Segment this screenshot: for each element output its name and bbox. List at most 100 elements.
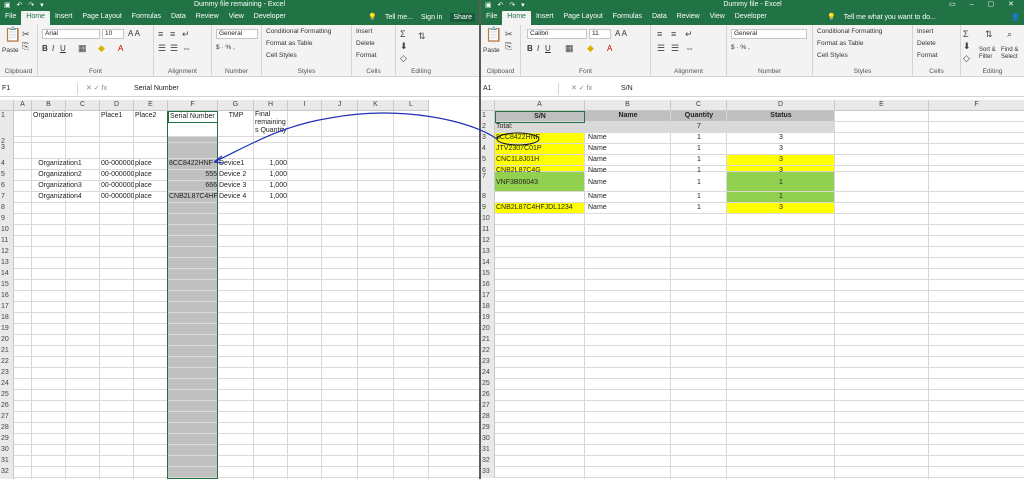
row-header[interactable]: 11 — [481, 225, 495, 236]
tab-page-layout[interactable]: Page Layout — [77, 11, 126, 25]
font-name-select[interactable]: Arial — [42, 29, 100, 39]
share-button[interactable]: Share — [450, 13, 475, 22]
user-icon[interactable]: 👤 — [1011, 14, 1020, 21]
row-header[interactable]: 12 — [481, 236, 495, 247]
row-header[interactable]: 10 — [481, 214, 495, 225]
fill-icon[interactable]: ⬇ — [400, 41, 408, 51]
row-header[interactable]: 27 — [0, 412, 14, 423]
tab-review[interactable]: Review — [672, 11, 705, 25]
number-format-select[interactable]: General — [216, 29, 258, 39]
column-header-C[interactable]: C — [671, 100, 727, 111]
row-header[interactable]: 4 — [0, 159, 14, 170]
row-header[interactable]: 15 — [481, 269, 495, 280]
row-header[interactable]: 4 — [481, 144, 495, 155]
row-header[interactable]: 26 — [481, 390, 495, 401]
row-header[interactable]: 17 — [481, 291, 495, 302]
row-header[interactable]: 28 — [481, 412, 495, 423]
left-worksheet-grid[interactable]: A B C D E F G H I J K L 1 2 3 4 5 6 7 8 9 10 11 12 13 14 15 16 17 18 1… — [0, 100, 479, 479]
conditional-formatting-button[interactable]: Conditional Formatting — [817, 28, 882, 35]
row-header[interactable]: 16 — [0, 291, 14, 302]
row-header[interactable]: 10 — [0, 225, 14, 236]
cell-sn[interactable]: JTV2307C01P — [495, 144, 585, 154]
fx-icon[interactable]: ✕ ✓ fx — [571, 83, 592, 95]
fx-icon[interactable]: ✕ ✓ fx — [86, 83, 107, 95]
font-size-select[interactable]: 11 — [589, 29, 611, 39]
row-header[interactable]: 33 — [481, 467, 495, 478]
borders-icon[interactable]: ▦ — [78, 43, 87, 53]
align-center-icon[interactable]: ☰ — [671, 43, 679, 53]
font-color-icon[interactable]: A — [118, 44, 123, 53]
row-header[interactable]: 31 — [0, 456, 14, 467]
cell-sn[interactable]: 8CC8422HNF — [495, 133, 585, 143]
row-header[interactable]: 22 — [0, 357, 14, 368]
cell-name[interactable]: Name — [587, 178, 673, 188]
row-header[interactable]: 25 — [481, 379, 495, 390]
cell-name[interactable]: Name — [587, 155, 673, 165]
cell-place2[interactable]: place — [134, 159, 168, 169]
cell-place1[interactable]: 00-000000 — [100, 181, 134, 191]
cell-serial[interactable]: CNB2L87C4HF — [168, 192, 218, 202]
name-box[interactable]: F1 — [0, 83, 78, 95]
row-header[interactable]: 13 — [0, 258, 14, 269]
paste-button[interactable]: Paste — [483, 47, 500, 54]
column-header-C[interactable]: C — [66, 100, 100, 111]
tab-data[interactable]: Data — [647, 11, 672, 25]
row-header[interactable]: 14 — [481, 258, 495, 269]
row-header[interactable]: 2 — [481, 122, 495, 133]
align-left-icon[interactable]: ☰ — [657, 43, 665, 53]
cell-status[interactable]: 3 — [727, 133, 835, 143]
grow-shrink-font-icons[interactable]: A A — [615, 29, 627, 38]
underline-button[interactable]: U — [60, 44, 66, 53]
column-header-B[interactable]: B — [32, 100, 66, 111]
column-header-G[interactable]: G — [218, 100, 254, 111]
row-header[interactable]: 1 — [481, 111, 495, 122]
cell-tmp[interactable]: Device 4 — [218, 192, 254, 202]
currency-percent-icons[interactable]: $ · % , — [216, 44, 235, 51]
tell-me-box[interactable]: Tell me what you want to do... — [844, 14, 936, 21]
wrap-text-icon[interactable]: ↵ — [685, 29, 693, 39]
borders-icon[interactable]: ▦ — [565, 43, 574, 53]
column-header-K[interactable]: K — [358, 100, 394, 111]
row-header[interactable]: 12 — [0, 247, 14, 258]
tab-home[interactable]: Home — [502, 11, 531, 25]
header-serial-number[interactable]: Serial Number — [168, 111, 218, 123]
sort-filter-icon[interactable]: ⇅ — [418, 31, 426, 41]
column-header-D[interactable]: D — [100, 100, 134, 111]
sign-in-link[interactable]: Sign in — [421, 14, 442, 21]
align-top-icon[interactable]: ≡ — [158, 29, 163, 39]
bold-button[interactable]: B — [42, 44, 48, 53]
row-header[interactable]: 25 — [0, 390, 14, 401]
row-header[interactable]: 20 — [0, 335, 14, 346]
row-header[interactable]: 19 — [481, 313, 495, 324]
cell-quantity[interactable]: 1 — [671, 203, 727, 213]
row-header[interactable]: 13 — [481, 247, 495, 258]
delete-button[interactable]: Delete — [356, 40, 375, 47]
paste-button[interactable]: Paste — [2, 47, 19, 54]
row-header[interactable]: 32 — [0, 467, 14, 478]
column-header-L[interactable]: L — [394, 100, 429, 111]
row-header[interactable]: 24 — [0, 379, 14, 390]
row-header[interactable]: 17 — [0, 302, 14, 313]
row-header[interactable]: 23 — [0, 368, 14, 379]
cell-organization[interactable]: Organization1 — [26, 159, 94, 169]
column-header-A[interactable]: A — [495, 100, 585, 111]
row-header[interactable]: 8 — [0, 203, 14, 214]
cell-place1[interactable]: 00-000000 — [100, 170, 134, 180]
cell-tmp[interactable]: Device 2 — [218, 170, 254, 180]
cell-place2[interactable]: place — [134, 192, 168, 202]
row-header[interactable]: 5 — [0, 170, 14, 181]
row-header[interactable]: 14 — [0, 269, 14, 280]
currency-percent-icons[interactable]: $ · % , — [731, 44, 750, 51]
align-middle-icon[interactable]: ≡ — [170, 29, 175, 39]
cell-serial[interactable]: 666 — [168, 181, 218, 191]
row-header[interactable]: 22 — [481, 346, 495, 357]
tab-insert[interactable]: Insert — [50, 11, 78, 25]
cell-quantity[interactable]: 1 — [671, 133, 727, 143]
font-name-select[interactable]: Calibri — [527, 29, 587, 39]
cell-quantity[interactable]: 1,000 — [254, 170, 288, 180]
merge-icon[interactable]: ⇔ — [685, 43, 694, 53]
cell-place1[interactable]: 00-000000 — [100, 159, 134, 169]
right-worksheet-grid[interactable]: A B C D E F 1 2 3 4 5 6 7 8 9 10 11 12 13 14 15 16 17 18 19 20 21 2… — [481, 100, 1024, 479]
column-header-I[interactable]: I — [288, 100, 322, 111]
cell-tmp[interactable]: Device1 — [218, 159, 254, 169]
